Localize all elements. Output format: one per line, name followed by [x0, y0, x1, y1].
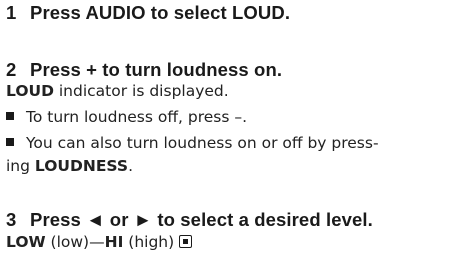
instruction-page: 1 Press AUDIO to select LOUD. 2 Press + to… [0, 0, 452, 266]
bullet-square-icon [6, 112, 14, 120]
loud-indicator-line: LOUD indicator is displayed. [6, 81, 229, 101]
low-keyword: LOW [6, 233, 46, 251]
continuation-suffix: . [128, 157, 133, 175]
loud-keyword: LOUD [6, 82, 54, 100]
bullet-item-loudness-off: To turn loudness off, press –. [6, 107, 247, 127]
bullet-item-loudness-toggle: You can also turn loudness on or off by … [6, 133, 379, 153]
level-range-line: LOW (low)—HI (high) [6, 232, 193, 252]
section-end-icon [179, 235, 193, 248]
step-2-heading: 2 Press + to turn loudness on. [6, 59, 282, 81]
bullet-square-icon [6, 138, 14, 146]
step-1-text: Press AUDIO to select LOUD. [30, 2, 291, 23]
step-1-heading: 1 Press AUDIO to select LOUD. [6, 2, 290, 24]
continuation-prefix: ing [6, 157, 35, 175]
hi-keyword: HI [104, 233, 124, 251]
bullet-loudness-off-text: To turn loudness off, press –. [26, 108, 248, 126]
step-2-number: 2 [6, 59, 17, 80]
step-3-heading: 3 Press ◄ or ► to select a desired level. [6, 209, 373, 231]
step-2-text: Press + to turn loudness on. [30, 59, 283, 80]
step-3-text: Press ◄ or ► to select a desired level. [30, 209, 373, 230]
loud-indicator-text: indicator is displayed. [53, 82, 229, 100]
step-1-number: 1 [6, 2, 17, 23]
low-text: (low)— [45, 233, 105, 251]
bullet-loudness-toggle-text: You can also turn loudness on or off by … [26, 134, 379, 152]
loudness-keyword: LOUDNESS [34, 157, 129, 175]
hi-text: (high) [123, 233, 175, 251]
bullet-loudness-toggle-continuation: ing LOUDNESS. [6, 156, 133, 176]
step-3-number: 3 [6, 209, 17, 230]
